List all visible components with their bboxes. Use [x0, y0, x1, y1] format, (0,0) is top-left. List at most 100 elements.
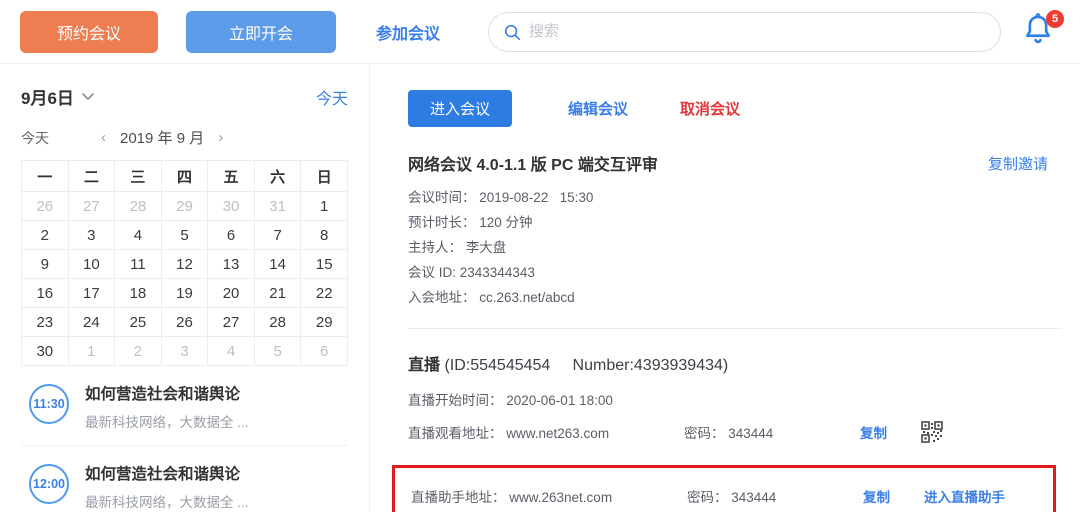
enter-meeting-button[interactable]: 进入会议 [408, 90, 512, 127]
calendar-day-cell[interactable]: 14 [255, 250, 302, 279]
calendar-day-cell[interactable]: 24 [69, 308, 116, 337]
section-divider [408, 328, 1062, 329]
calendar-day-cell[interactable]: 1 [301, 192, 348, 221]
selected-date-label: 9月6日 [21, 84, 74, 109]
selected-date-dropdown[interactable]: 9月6日 [21, 84, 94, 109]
calendar-day-cell[interactable]: 3 [162, 337, 209, 366]
detail-value: 120 分钟 [479, 215, 532, 230]
goto-today-link[interactable]: 今天 [316, 85, 348, 109]
meeting-details: 会议时间： 2019-08-22 15:30 预计时长： 120 分钟 主持人：… [408, 185, 1062, 310]
calendar-day-cell[interactable]: 2 [22, 221, 69, 250]
calendar-day-cell[interactable]: 22 [301, 279, 348, 308]
calendar-day-cell[interactable]: 28 [115, 192, 162, 221]
list-item[interactable]: 12:00 如何营造社会和谐舆论 最新科技网络，大数据全 ... [21, 445, 348, 512]
search-icon [503, 23, 521, 41]
calendar-day-cell[interactable]: 27 [69, 192, 116, 221]
calendar-day-cell[interactable]: 1 [69, 337, 116, 366]
calendar-day-cell[interactable]: 8 [301, 221, 348, 250]
calendar-day-cell[interactable]: 9 [22, 250, 69, 279]
calendar-day-cell[interactable]: 4 [208, 337, 255, 366]
calendar-day-cell[interactable]: 5 [255, 337, 302, 366]
calendar-day-cell[interactable]: 31 [255, 192, 302, 221]
top-toolbar: 预约会议 立即开会 参加会议 5 [0, 0, 1080, 64]
calendar-day-cell[interactable]: 25 [115, 308, 162, 337]
join-meeting-link[interactable]: 参加会议 [376, 20, 440, 44]
live-assistant-row: 直播助手地址： www.263net.com 密码： 343444 复制 进入直… [411, 486, 1053, 506]
detail-label: 预计时长： [408, 215, 479, 230]
search-input[interactable] [529, 23, 986, 40]
live-start-label: 直播开始时间： [408, 393, 506, 408]
calendar-day-cell[interactable]: 29 [162, 192, 209, 221]
calendar-day-cell[interactable]: 21 [255, 279, 302, 308]
calendar-day-cell[interactable]: 18 [115, 279, 162, 308]
live-section-heading: 直播 (ID:554545454 Number:4393939434) [408, 351, 1062, 375]
watch-password-value: 343444 [728, 426, 773, 441]
notification-badge: 5 [1046, 10, 1064, 28]
calendar-today-button[interactable]: 今天 [21, 128, 49, 148]
assistant-url-label: 直播助手地址： [411, 490, 509, 505]
calendar-weekday-header: 二 [69, 161, 116, 192]
calendar-grid: 一二三四五六日262728293031123456789101112131415… [21, 160, 348, 366]
detail-row-duration: 预计时长： 120 分钟 [408, 210, 1062, 235]
schedule-meeting-button[interactable]: 预约会议 [20, 11, 158, 53]
calendar-day-cell[interactable]: 4 [115, 221, 162, 250]
live-heading-label: 直播 [408, 357, 440, 374]
watch-password-label: 密码： [684, 426, 728, 441]
meeting-item-subtitle: 最新科技网络，大数据全 ... [85, 491, 249, 511]
assistant-password-value: 343444 [731, 490, 776, 505]
calendar-day-cell[interactable]: 3 [69, 221, 116, 250]
calendar-day-cell[interactable]: 17 [69, 279, 116, 308]
calendar-month-label: 2019 年 9 月 [120, 127, 204, 148]
copy-watch-url-link[interactable]: 复制 [860, 422, 887, 442]
calendar-day-cell[interactable]: 26 [22, 192, 69, 221]
calendar-day-cell[interactable]: 23 [22, 308, 69, 337]
assistant-url-value: www.263net.com [509, 490, 612, 505]
calendar-day-cell[interactable]: 7 [255, 221, 302, 250]
calendar-weekday-header: 一 [22, 161, 69, 192]
detail-value: 2019-08-22 15:30 [479, 190, 593, 205]
calendar-day-cell[interactable]: 28 [255, 308, 302, 337]
cancel-meeting-link[interactable]: 取消会议 [680, 98, 740, 119]
notification-bell-button[interactable]: 5 [1022, 12, 1058, 52]
calendar-day-cell[interactable]: 13 [208, 250, 255, 279]
calendar-day-cell[interactable]: 26 [162, 308, 209, 337]
start-meeting-button[interactable]: 立即开会 [186, 11, 336, 53]
chevron-down-icon [82, 93, 94, 101]
calendar-day-cell[interactable]: 30 [22, 337, 69, 366]
search-box[interactable] [488, 12, 1001, 52]
enter-live-assistant-link[interactable]: 进入直播助手 [924, 486, 1005, 506]
page-title: 网络会议 4.0-1.1 版 PC 端交互评审 [408, 151, 658, 175]
detail-row-join-url: 入会地址： cc.263.net/abcd [408, 285, 1062, 310]
calendar-day-cell[interactable]: 5 [162, 221, 209, 250]
qr-code-icon[interactable] [921, 421, 943, 443]
meeting-item-subtitle: 最新科技网络，大数据全 ... [85, 411, 249, 431]
detail-row-host: 主持人： 李大盘 [408, 235, 1062, 260]
prev-month-icon[interactable]: ‹ [97, 129, 110, 146]
calendar-weekday-header: 六 [255, 161, 302, 192]
calendar-day-cell[interactable]: 30 [208, 192, 255, 221]
list-item[interactable]: 11:30 如何营造社会和谐舆论 最新科技网络，大数据全 ... [21, 366, 348, 445]
assistant-password-label: 密码： [687, 490, 731, 505]
detail-row-meeting-time: 会议时间： 2019-08-22 15:30 [408, 185, 1062, 210]
calendar-day-cell[interactable]: 11 [115, 250, 162, 279]
copy-invitation-link[interactable]: 复制邀请 [988, 153, 1048, 174]
calendar-day-cell[interactable]: 27 [208, 308, 255, 337]
calendar-day-cell[interactable]: 6 [208, 221, 255, 250]
calendar-day-cell[interactable]: 2 [115, 337, 162, 366]
calendar-day-cell[interactable]: 19 [162, 279, 209, 308]
detail-value: 2343344343 [460, 265, 535, 280]
next-month-icon[interactable]: › [214, 129, 227, 146]
calendar-day-cell[interactable]: 10 [69, 250, 116, 279]
calendar-day-cell[interactable]: 12 [162, 250, 209, 279]
calendar-day-cell[interactable]: 16 [22, 279, 69, 308]
copy-assistant-url-link[interactable]: 复制 [863, 486, 890, 506]
calendar-day-cell[interactable]: 6 [301, 337, 348, 366]
live-assistant-annotation-box: 直播助手地址： www.263net.com 密码： 343444 复制 进入直… [392, 465, 1056, 512]
live-watch-row: 直播观看地址： www.net263.com 密码： 343444 复制 [408, 421, 1062, 443]
detail-label: 会议 ID: [408, 265, 460, 280]
meeting-time-badge: 12:00 [29, 464, 69, 504]
edit-meeting-link[interactable]: 编辑会议 [568, 98, 628, 119]
calendar-day-cell[interactable]: 20 [208, 279, 255, 308]
calendar-day-cell[interactable]: 15 [301, 250, 348, 279]
calendar-day-cell[interactable]: 29 [301, 308, 348, 337]
